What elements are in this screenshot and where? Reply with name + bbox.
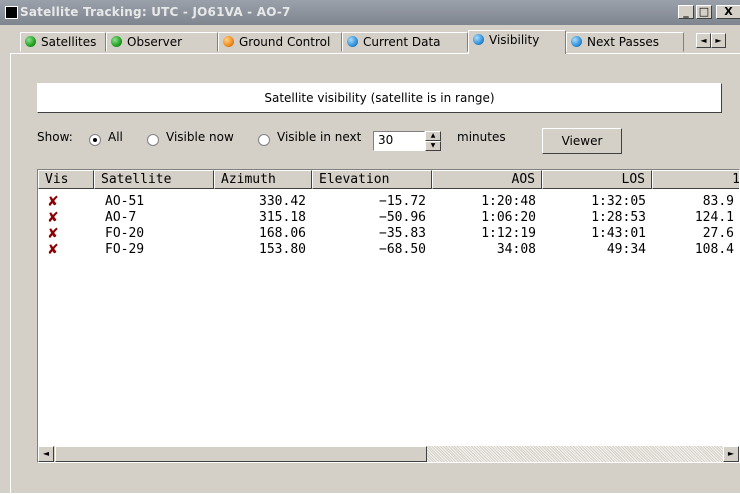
minutes-input[interactable]: 30 (373, 131, 425, 151)
maximize-button[interactable]: □ (696, 5, 712, 19)
cell-los: 1:28:53 (591, 210, 646, 225)
tab-label: Current Data (363, 35, 441, 49)
cell-aos: 1:06:20 (481, 210, 536, 225)
tab-label: Observer (127, 35, 183, 49)
cell-extra: 27.6 (702, 226, 734, 241)
column-header-satellite[interactable]: Satellite (94, 170, 214, 189)
cell-aos: 1:20:48 (481, 194, 536, 209)
cell-satellite: AO-51 (105, 194, 145, 209)
scroll-right-button[interactable]: ► (723, 446, 739, 462)
tab-ground-control[interactable]: Ground Control (218, 32, 342, 52)
orange-globe-icon (223, 36, 234, 47)
tab-label: Next Passes (587, 35, 659, 49)
column-header-los[interactable]: LOS (542, 170, 652, 189)
scroll-left-button[interactable]: ◄ (38, 446, 54, 462)
column-header-aos[interactable]: AOS (432, 170, 542, 189)
cell-elevation: −35.83 (379, 226, 426, 241)
tab-label: Ground Control (239, 35, 331, 49)
column-header-elevation[interactable]: Elevation (312, 170, 432, 189)
cell-satellite: AO-7 (105, 210, 137, 225)
cell-azimuth: 330.42 (259, 194, 306, 209)
visibility-table: Vis Satellite Azimuth Elevation AOS LOS … (37, 169, 740, 463)
cell-satellite: FO-29 (105, 242, 145, 257)
green-globe-icon (111, 36, 122, 47)
green-globe-icon (25, 36, 36, 47)
cell-azimuth: 168.06 (259, 226, 306, 241)
horizontal-scrollbar[interactable]: ◄ ► (38, 446, 739, 462)
cell-aos: 1:12:19 (481, 226, 536, 241)
close-button[interactable]: X (716, 5, 740, 19)
tab-next-passes[interactable]: Next Passes (566, 32, 684, 52)
column-header-extra[interactable]: 1 (652, 170, 739, 189)
cell-los: 49:34 (606, 242, 646, 257)
blue-globe-icon (571, 36, 582, 47)
visibility-banner: Satellite visibility (satellite is in ra… (37, 83, 722, 113)
app-window: Satellite Tracking: UTC - JO61VA - AO-7 … (0, 0, 740, 494)
column-header-azimuth[interactable]: Azimuth (214, 170, 312, 189)
tab-observer[interactable]: Observer (106, 32, 218, 52)
tab-satellites[interactable]: Satellites (20, 32, 106, 52)
cell-extra: 83.9 (702, 194, 734, 209)
spin-up-button[interactable]: ▲ (425, 131, 441, 141)
radio-visible-in-next-label[interactable]: Visible in next (277, 130, 361, 144)
cell-los: 1:32:05 (591, 194, 646, 209)
scroll-thumb[interactable] (55, 446, 427, 462)
cell-los: 1:43:01 (591, 226, 646, 241)
show-label: Show: (37, 130, 73, 144)
minutes-label: minutes (457, 130, 506, 144)
viewer-button[interactable]: Viewer (542, 128, 622, 154)
window-title: Satellite Tracking: UTC - JO61VA - AO-7 (20, 5, 291, 19)
blue-globe-icon (473, 34, 484, 45)
cell-azimuth: 153.80 (259, 242, 306, 257)
cell-azimuth: 315.18 (259, 210, 306, 225)
radio-visible-now-label[interactable]: Visible now (166, 130, 234, 144)
radio-visible-in-next[interactable] (258, 134, 270, 146)
tab-scroll-right-button[interactable]: ► (711, 33, 726, 48)
column-header-vis[interactable]: Vis (38, 170, 94, 189)
radio-visible-now[interactable] (147, 134, 159, 146)
cell-aos: 34:08 (496, 242, 536, 257)
radio-all[interactable] (89, 134, 101, 146)
not-visible-icon: ✘ (47, 226, 59, 242)
title-bar: Satellite Tracking: UTC - JO61VA - AO-7 … (0, 0, 740, 25)
tab-label: Visibility (489, 33, 540, 47)
cell-extra: 108.4 (694, 242, 734, 257)
not-visible-icon: ✘ (47, 210, 59, 226)
tab-current-data[interactable]: Current Data (342, 32, 468, 52)
scroll-track[interactable] (427, 446, 723, 462)
cell-satellite: FO-20 (105, 226, 145, 241)
tab-scroll-left-button[interactable]: ◄ (696, 33, 711, 48)
cell-elevation: −15.72 (379, 194, 426, 209)
cell-extra: 124.1 (694, 210, 734, 225)
cell-elevation: −68.50 (379, 242, 426, 257)
tab-strip: Satellites Observer Ground Control Curre… (10, 30, 740, 54)
not-visible-icon: ✘ (47, 242, 59, 258)
radio-all-label[interactable]: All (108, 130, 123, 144)
blue-globe-icon (347, 36, 358, 47)
tab-visibility[interactable]: Visibility (468, 30, 566, 54)
app-icon[interactable] (5, 6, 18, 19)
minimize-button[interactable]: _ (678, 5, 694, 19)
spin-down-button[interactable]: ▼ (425, 141, 441, 151)
tab-label: Satellites (41, 35, 97, 49)
not-visible-icon: ✘ (47, 194, 59, 210)
cell-elevation: −50.96 (379, 210, 426, 225)
